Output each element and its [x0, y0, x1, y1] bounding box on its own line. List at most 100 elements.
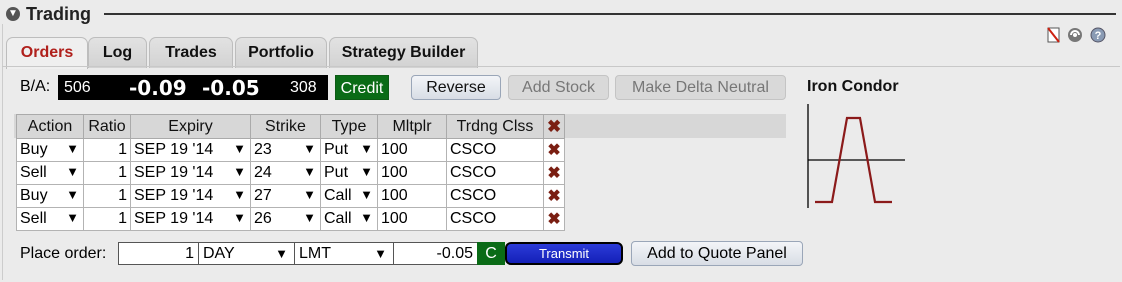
- strike-value: 23: [254, 141, 272, 158]
- limit-price-field[interactable]: -0.05: [393, 242, 478, 265]
- ask-price: -0.05: [202, 76, 260, 100]
- dropdown-arrow-icon: ▼: [66, 210, 79, 225]
- add-to-quote-panel-button[interactable]: Add to Quote Panel: [631, 241, 803, 266]
- strike-select[interactable]: 27 ▼: [250, 184, 321, 208]
- order-type-value: LMT: [299, 245, 331, 262]
- payoff-diagram: [807, 104, 905, 208]
- action-value: Sell: [20, 210, 47, 227]
- expiry-value: SEP 19 '14: [134, 187, 214, 204]
- col-strike[interactable]: Strike: [250, 114, 321, 139]
- dropdown-arrow-icon: ▼: [360, 187, 373, 202]
- tif-select[interactable]: DAY ▼: [198, 242, 295, 265]
- bid-ask-display: [58, 75, 328, 100]
- credit-badge: Credit: [335, 75, 389, 100]
- remove-leg-icon[interactable]: ✖: [542, 138, 566, 162]
- tab-strategy-builder[interactable]: Strategy Builder: [329, 37, 478, 68]
- ratio-cell[interactable]: 1: [83, 207, 131, 231]
- dropdown-arrow-icon: ▼: [66, 141, 79, 156]
- make-delta-neutral-button[interactable]: Make Delta Neutral: [615, 75, 786, 100]
- dropdown-arrow-icon: ▼: [233, 187, 246, 202]
- dropdown-arrow-icon: ▼: [66, 187, 79, 202]
- reverse-button[interactable]: Reverse: [411, 75, 501, 100]
- action-value: Sell: [20, 164, 47, 181]
- expiry-select[interactable]: SEP 19 '14 ▼: [130, 184, 251, 208]
- trdng-clss-cell: CSCO: [446, 184, 544, 208]
- transmit-button[interactable]: Transmit: [505, 242, 623, 265]
- expiry-value: SEP 19 '14: [134, 141, 214, 158]
- place-order-label: Place order:: [20, 245, 107, 262]
- expiry-select[interactable]: SEP 19 '14 ▼: [130, 161, 251, 185]
- mltplr-cell: 100: [377, 207, 447, 231]
- col-action[interactable]: Action: [16, 114, 84, 139]
- ratio-cell[interactable]: 1: [83, 138, 131, 162]
- strike-value: 26: [254, 210, 272, 227]
- price-change-badge[interactable]: C: [477, 242, 505, 265]
- legs-table: Action Ratio Expiry Strike Type Mltplr T…: [16, 114, 566, 231]
- link-icon[interactable]: [1067, 27, 1083, 43]
- panel-frame: [2, 24, 3, 280]
- help-icon[interactable]: ?: [1090, 27, 1106, 43]
- action-value: Buy: [20, 187, 48, 204]
- action-select[interactable]: Buy ▼: [16, 138, 84, 162]
- strike-value: 24: [254, 164, 272, 181]
- remove-leg-icon[interactable]: ✖: [542, 161, 566, 185]
- action-value: Buy: [20, 141, 48, 158]
- col-ratio[interactable]: Ratio: [83, 114, 131, 139]
- dropdown-arrow-icon: ▼: [303, 141, 316, 156]
- table-row: Sell ▼ 1 SEP 19 '14 ▼ 24 ▼ Put ▼ 100 CSCO ✖: [16, 161, 566, 185]
- expiry-select[interactable]: SEP 19 '14 ▼: [130, 207, 251, 231]
- remove-leg-icon[interactable]: ✖: [542, 184, 566, 208]
- expiry-value: SEP 19 '14: [134, 164, 214, 181]
- bid-price: -0.09: [129, 76, 187, 100]
- ratio-cell[interactable]: 1: [83, 184, 131, 208]
- type-select[interactable]: Call ▼: [320, 207, 378, 231]
- tab-trades[interactable]: Trades: [149, 37, 233, 68]
- mltplr-cell: 100: [377, 138, 447, 162]
- ratio-cell[interactable]: 1: [83, 161, 131, 185]
- dropdown-arrow-icon: ▼: [233, 141, 246, 156]
- type-value: Put: [324, 141, 349, 158]
- bid-ask-label: B/A:: [20, 78, 51, 95]
- type-value: Put: [324, 164, 349, 181]
- expiry-value: SEP 19 '14: [134, 210, 214, 227]
- chevron-down-icon[interactable]: ▼: [6, 7, 20, 21]
- type-value: Call: [324, 187, 352, 204]
- strike-select[interactable]: 24 ▼: [250, 161, 321, 185]
- col-trdng-clss[interactable]: Trdng Clss: [446, 114, 544, 139]
- close-icon[interactable]: ✖: [547, 117, 561, 136]
- strike-value: 27: [254, 187, 272, 204]
- action-select[interactable]: Sell ▼: [16, 207, 84, 231]
- trdng-clss-cell: CSCO: [446, 138, 544, 162]
- dropdown-arrow-icon: ▼: [275, 246, 288, 261]
- trdng-clss-cell: CSCO: [446, 207, 544, 231]
- tab-portfolio[interactable]: Portfolio: [235, 37, 327, 68]
- action-select[interactable]: Sell ▼: [16, 161, 84, 185]
- trdng-clss-cell: CSCO: [446, 161, 544, 185]
- tab-orders[interactable]: Orders: [6, 37, 88, 69]
- quantity-field[interactable]: 1: [118, 242, 199, 265]
- order-type-select[interactable]: LMT ▼: [294, 242, 394, 265]
- strike-select[interactable]: 26 ▼: [250, 207, 321, 231]
- mltplr-cell: 100: [377, 184, 447, 208]
- remove-leg-icon[interactable]: ✖: [542, 207, 566, 231]
- col-expiry[interactable]: Expiry: [130, 114, 251, 139]
- table-row: Sell ▼ 1 SEP 19 '14 ▼ 26 ▼ Call ▼ 100 CSCO ✖: [16, 207, 566, 231]
- action-select[interactable]: Buy ▼: [16, 184, 84, 208]
- type-value: Call: [324, 210, 352, 227]
- type-select[interactable]: Put ▼: [320, 161, 378, 185]
- type-select[interactable]: Call ▼: [320, 184, 378, 208]
- dropdown-arrow-icon: ▼: [360, 210, 373, 225]
- dropdown-arrow-icon: ▼: [360, 141, 373, 156]
- type-select[interactable]: Put ▼: [320, 138, 378, 162]
- expiry-select[interactable]: SEP 19 '14 ▼: [130, 138, 251, 162]
- tab-log[interactable]: Log: [88, 37, 147, 68]
- col-type[interactable]: Type: [320, 114, 378, 139]
- strike-select[interactable]: 23 ▼: [250, 138, 321, 162]
- col-remove: ✖: [542, 114, 566, 139]
- dropdown-arrow-icon: ▼: [233, 164, 246, 179]
- col-mltplr[interactable]: Mltplr: [377, 114, 447, 139]
- ask-size: 308: [290, 79, 317, 96]
- dropdown-arrow-icon: ▼: [303, 187, 316, 202]
- add-stock-button[interactable]: Add Stock: [508, 75, 609, 100]
- detach-icon[interactable]: [1046, 27, 1062, 43]
